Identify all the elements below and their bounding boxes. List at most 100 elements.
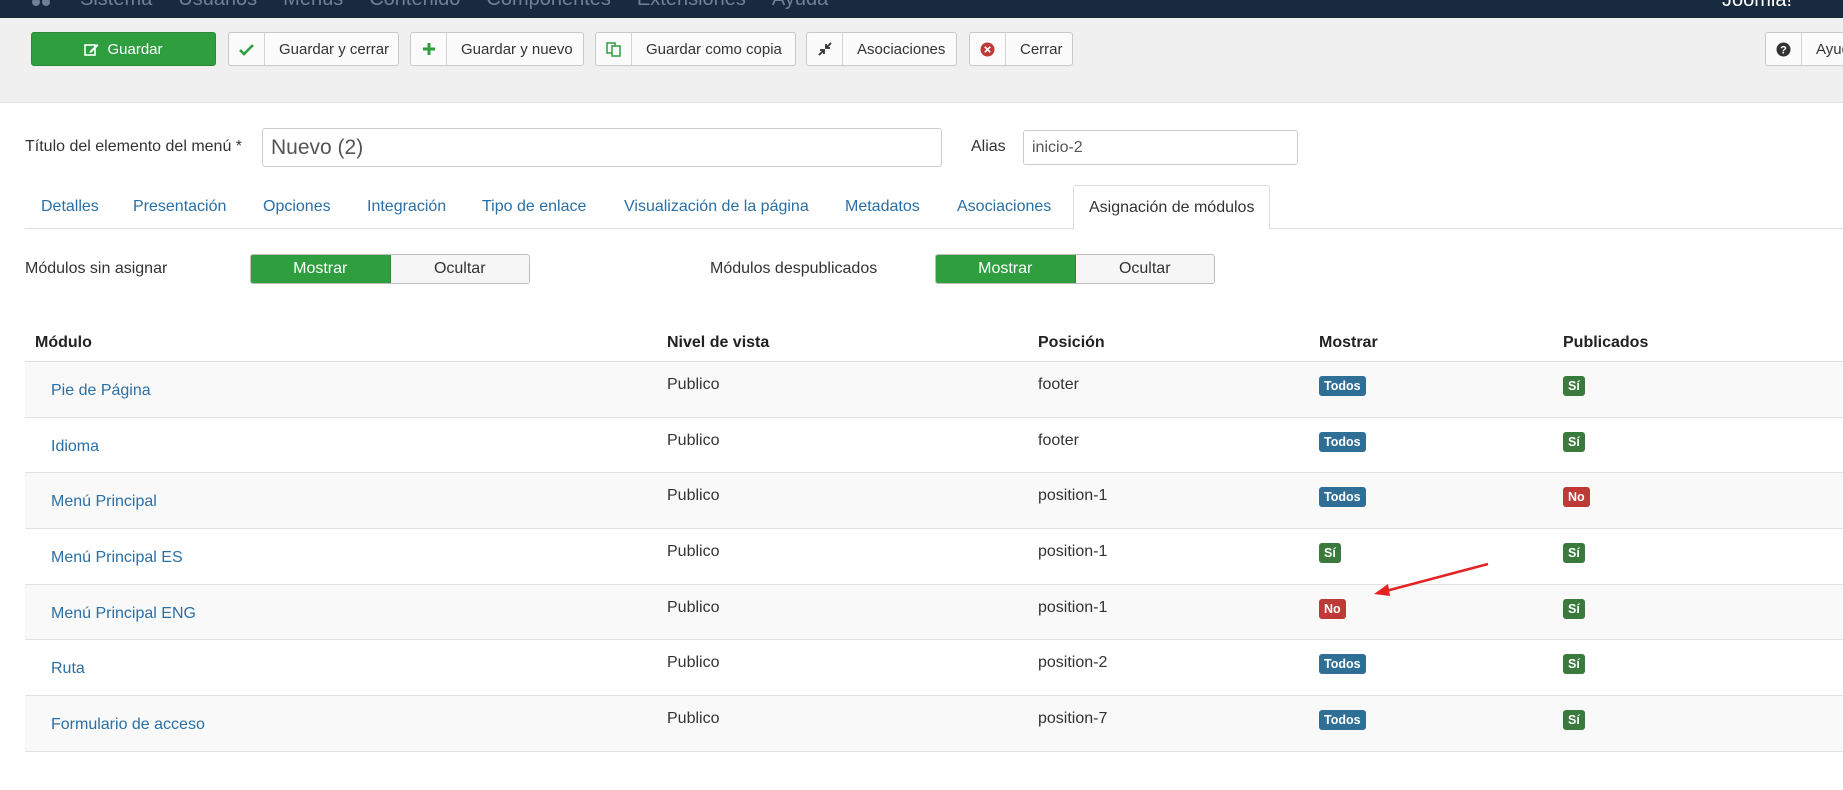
- save-copy-button[interactable]: Guardar como copia: [595, 32, 796, 66]
- save-button[interactable]: Guardar: [31, 32, 216, 66]
- table-row: Menú Principal ES Publico position-1 Sí …: [25, 529, 1843, 585]
- published-badge: Sí: [1563, 710, 1585, 731]
- module-name-link[interactable]: Pie de Página: [51, 382, 151, 400]
- show-badge: Todos: [1319, 376, 1366, 396]
- associations-button[interactable]: Asociaciones: [806, 32, 957, 66]
- published-badge: Sí: [1563, 598, 1585, 619]
- header-module: Módulo: [35, 334, 92, 351]
- menu-extensions[interactable]: Extensiones: [637, 0, 746, 11]
- tab-page-display[interactable]: Visualización de la página: [624, 185, 809, 229]
- tab-associations[interactable]: Asociaciones: [957, 185, 1051, 229]
- unpublished-modules-toggle: Mostrar Ocultar: [935, 254, 1215, 284]
- close-label: Cerrar: [1020, 40, 1063, 58]
- module-assignment-table: Módulo Nivel de vista Posición Mostrar P…: [25, 328, 1843, 752]
- show-badge: Todos: [1319, 654, 1366, 675]
- red-arrow-annotation-icon: [1374, 562, 1489, 596]
- save-new-button[interactable]: Guardar y nuevo: [410, 32, 584, 66]
- module-name-link[interactable]: Menú Principal ENG: [51, 605, 196, 623]
- save-new-label: Guardar y nuevo: [461, 40, 573, 58]
- module-position: footer: [1038, 431, 1079, 449]
- show-badge: No: [1319, 598, 1346, 619]
- menu-help[interactable]: Ayuda: [772, 0, 828, 11]
- module-name-link[interactable]: Ruta: [51, 660, 85, 678]
- unassigned-show-option[interactable]: Mostrar: [251, 255, 391, 283]
- menu-users[interactable]: Usuarios: [178, 0, 257, 11]
- help-icon: ?: [1766, 33, 1802, 65]
- joomla-logo-icon[interactable]: [30, 0, 52, 9]
- access-level: Publico: [667, 654, 720, 672]
- check-icon: [229, 33, 265, 65]
- tab-integration[interactable]: Integración: [367, 185, 446, 229]
- tab-metadata[interactable]: Metadatos: [845, 185, 920, 229]
- published-badge: Sí: [1563, 543, 1585, 564]
- access-level: Publico: [667, 543, 720, 561]
- save-label: Guardar: [107, 40, 163, 58]
- table-row: Menú Principal ENG Publico position-1 No…: [25, 584, 1843, 641]
- published-badge: Sí: [1563, 431, 1585, 452]
- alias-input[interactable]: inicio-2: [1023, 130, 1298, 165]
- main-menu: Sistema Usuarios Menús Contenido Compone…: [80, 0, 828, 11]
- save-copy-label: Guardar como copia: [646, 40, 782, 58]
- menu-content[interactable]: Contenido: [369, 0, 460, 11]
- tab-details[interactable]: Detalles: [41, 185, 99, 229]
- save-close-label: Guardar y cerrar: [279, 40, 390, 58]
- svg-text:?: ?: [1780, 44, 1787, 56]
- access-level: Publico: [667, 598, 720, 616]
- module-position: position-1: [1038, 487, 1108, 505]
- unpublished-show-option[interactable]: Mostrar: [936, 255, 1076, 283]
- alias-input-value: inicio-2: [1032, 138, 1083, 156]
- show-badge: Todos: [1319, 487, 1366, 508]
- title-input[interactable]: Nuevo (2): [262, 128, 942, 167]
- table-header: Módulo Nivel de vista Posición Mostrar P…: [25, 328, 1843, 362]
- help-label: Ayuda: [1816, 40, 1843, 58]
- module-name-link[interactable]: Menú Principal: [51, 493, 157, 511]
- header-access-level: Nivel de vista: [667, 334, 770, 351]
- tab-module-assignment[interactable]: Asignación de módulos: [1073, 185, 1271, 230]
- module-position: footer: [1038, 376, 1079, 393]
- unassigned-modules-toggle: Mostrar Ocultar: [250, 254, 530, 284]
- table-row: Idioma Publico footer Todos Sí: [25, 418, 1843, 474]
- table-row: Formulario de acceso Publico position-7 …: [25, 696, 1843, 752]
- tab-link-type[interactable]: Tipo de enlace: [482, 185, 586, 229]
- module-position: position-1: [1038, 598, 1108, 616]
- close-circle-icon: [970, 33, 1006, 65]
- table-row: Ruta Publico position-2 Todos Sí: [25, 640, 1843, 697]
- table-body: Pie de Página Publico footer Todos Sí Id…: [25, 362, 1843, 752]
- module-name-link[interactable]: Menú Principal ES: [51, 549, 183, 567]
- show-badge: Todos: [1319, 710, 1366, 731]
- unassigned-hide-option[interactable]: Ocultar: [390, 255, 529, 283]
- menu-system[interactable]: Sistema: [80, 0, 152, 11]
- table-row: Menú Principal Publico position-1 Todos …: [25, 473, 1843, 530]
- help-button[interactable]: ? Ayuda: [1765, 32, 1843, 66]
- tab-options[interactable]: Opciones: [263, 185, 331, 229]
- site-brand-link[interactable]: Joomla!: [1722, 0, 1792, 12]
- title-input-value: Nuevo (2): [271, 135, 364, 159]
- menu-menus[interactable]: Menús: [283, 0, 343, 11]
- access-level: Publico: [667, 710, 720, 728]
- show-badge: Sí: [1319, 543, 1341, 564]
- tab-layout[interactable]: Presentación: [133, 185, 226, 229]
- alias-label: Alias: [971, 138, 1006, 155]
- save-close-button[interactable]: Guardar y cerrar: [228, 32, 399, 66]
- toolbar: Guardar Guardar y cerrar Guardar y nuevo…: [0, 18, 1843, 103]
- module-name-link[interactable]: Idioma: [51, 438, 99, 456]
- contract-icon: [807, 33, 843, 65]
- table-row: Pie de Página Publico footer Todos Sí: [25, 362, 1843, 418]
- menu-components[interactable]: Componentes: [486, 0, 611, 11]
- associations-label: Asociaciones: [857, 40, 946, 58]
- module-position: position-1: [1038, 543, 1108, 561]
- header-position: Posición: [1038, 334, 1105, 351]
- unpublished-hide-option[interactable]: Ocultar: [1075, 255, 1214, 283]
- close-button[interactable]: Cerrar: [969, 32, 1073, 66]
- unassigned-modules-label: Módulos sin asignar: [25, 260, 168, 277]
- plus-icon: [411, 33, 447, 65]
- show-badge: Todos: [1319, 431, 1366, 452]
- module-name-link[interactable]: Formulario de acceso: [51, 716, 205, 734]
- header-published: Publicados: [1563, 334, 1649, 351]
- title-label: Título del elemento del menú *: [25, 138, 243, 155]
- published-badge: Sí: [1563, 376, 1585, 396]
- edit-icon: [84, 33, 99, 65]
- copy-icon: [596, 33, 632, 65]
- access-level: Publico: [667, 376, 720, 393]
- published-badge: Sí: [1563, 654, 1585, 675]
